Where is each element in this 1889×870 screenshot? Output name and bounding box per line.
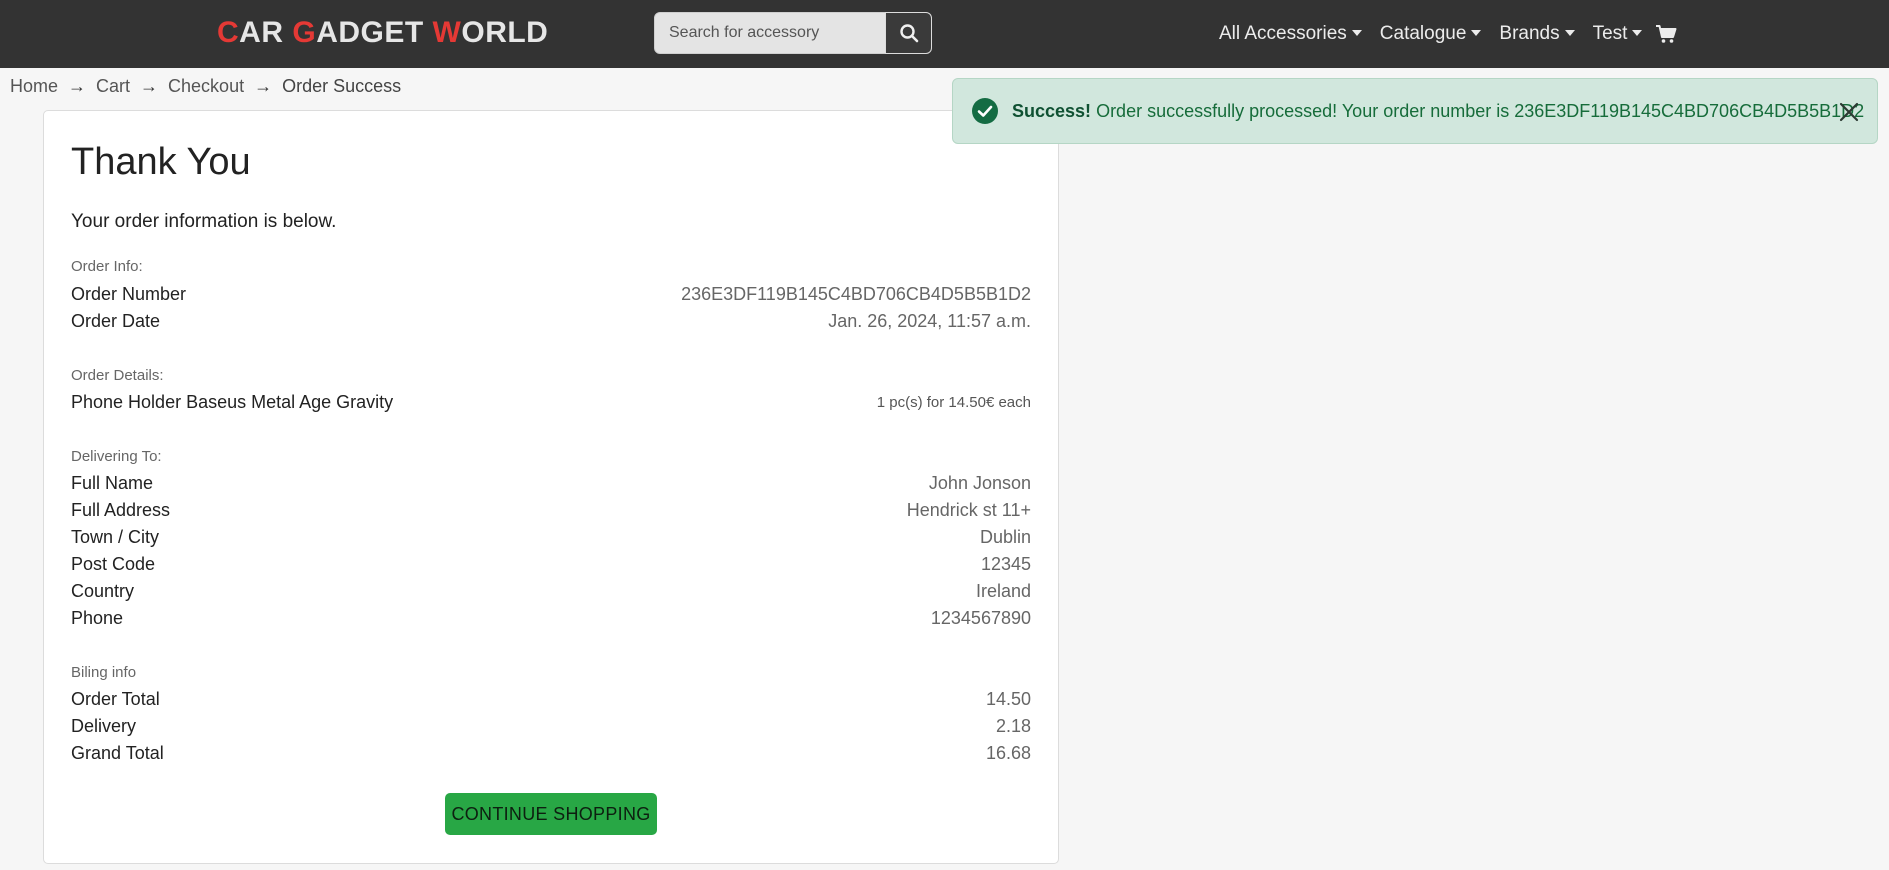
town-value: Dublin	[979, 526, 1031, 547]
cart-icon	[1656, 25, 1677, 43]
nav-label: All Accessories	[1219, 23, 1347, 44]
alert-strong: Success!	[1012, 100, 1092, 121]
phone-label: Phone	[71, 607, 124, 628]
breadcrumb-separator: →	[68, 76, 87, 96]
intro-text: Your order information is below.	[71, 211, 337, 232]
caret-down-icon	[1471, 30, 1482, 36]
breadcrumb-current: Order Success	[282, 76, 402, 96]
continue-shopping-button[interactable]: CONTINUE SHOPPING	[445, 793, 657, 835]
close-icon	[1839, 102, 1859, 122]
breadcrumb-separator: →	[254, 76, 273, 96]
brand-part: AR	[239, 16, 293, 49]
order-number-row: Order Number 236E3DF119B145C4BD706CB4D5B…	[71, 281, 1031, 307]
nav-all-accessories[interactable]: All Accessories	[1210, 23, 1371, 45]
breadcrumb-home[interactable]: Home	[10, 76, 58, 97]
nav-brands[interactable]: Brands	[1490, 23, 1583, 45]
alert-text: Success! Order successfully processed! Yo…	[1012, 101, 1864, 122]
address-row: Full Address Hendrick st 11+	[71, 497, 1031, 523]
order-summary-card: Thank You Your order information is belo…	[43, 110, 1059, 864]
postcode-value: 12345	[980, 553, 1031, 574]
order-total-value: 14.50	[985, 688, 1031, 709]
close-alert-button[interactable]	[1835, 98, 1863, 126]
caret-down-icon	[1632, 30, 1643, 36]
nav-label: Brands	[1499, 23, 1560, 44]
grand-total-label: Grand Total	[71, 742, 164, 763]
order-item-row: Phone Holder Baseus Metal Age Gravity 1 …	[71, 389, 1031, 415]
grand-total-value: 16.68	[985, 742, 1031, 763]
full-name-label: Full Name	[71, 472, 154, 493]
nav-test[interactable]: Test	[1584, 23, 1652, 45]
nav-catalogue[interactable]: Catalogue	[1371, 23, 1491, 45]
order-date-row: Order Date Jan. 26, 2024, 11:57 a.m.	[71, 308, 1031, 334]
order-total-label: Order Total	[71, 688, 160, 709]
order-date-label: Order Date	[71, 310, 161, 331]
search-bar	[654, 12, 932, 54]
breadcrumb: Home → Cart → Checkout → Order Success	[10, 76, 401, 97]
caret-down-icon	[1564, 30, 1575, 36]
search-icon	[899, 24, 918, 43]
delivery-heading: Delivering To:	[71, 448, 162, 465]
brand-part: ORLD	[461, 16, 549, 49]
billing-heading: Biling info	[71, 664, 137, 681]
full-name-row: Full Name John Jonson	[71, 470, 1031, 496]
order-item-qty: 1 pc(s) for 14.50€ each	[876, 393, 1031, 411]
brand-part: ADGET	[316, 16, 433, 49]
town-row: Town / City Dublin	[71, 524, 1031, 550]
navbar: CAR GADGET WORLD All Accessories Catalog…	[0, 0, 1889, 68]
breadcrumb-separator: →	[140, 76, 159, 96]
breadcrumb-cart[interactable]: Cart	[96, 76, 130, 97]
nav-label: Catalogue	[1379, 23, 1467, 44]
delivery-cost-value: 2.18	[995, 715, 1031, 736]
cart-button[interactable]	[1655, 24, 1677, 44]
nav-menu: All Accessories Catalogue Brands Test	[1210, 14, 1677, 54]
full-name-value: John Jonson	[928, 472, 1031, 493]
alert-message: Order successfully processed! Your order…	[1096, 100, 1865, 121]
brand-logo[interactable]: CAR GADGET WORLD	[217, 14, 548, 52]
delivery-cost-label: Delivery	[71, 715, 137, 736]
search-button[interactable]	[885, 12, 932, 54]
check-circle-icon	[972, 98, 998, 124]
caret-down-icon	[1351, 30, 1362, 36]
phone-row: Phone 1234567890	[71, 605, 1031, 631]
phone-value: 1234567890	[930, 607, 1031, 628]
order-info-heading: Order Info:	[71, 258, 143, 275]
brand-part: G	[292, 16, 317, 49]
brand-part: C	[217, 16, 240, 49]
order-date-value: Jan. 26, 2024, 11:57 a.m.	[828, 310, 1031, 331]
nav-label: Test	[1592, 23, 1628, 44]
order-item-name: Phone Holder Baseus Metal Age Gravity	[71, 391, 394, 412]
postcode-row: Post Code 12345	[71, 551, 1031, 577]
delivery-cost-row: Delivery 2.18	[71, 713, 1031, 739]
address-value: Hendrick st 11+	[906, 499, 1031, 520]
success-alert: Success! Order successfully processed! Yo…	[952, 78, 1878, 144]
grand-total-row: Grand Total 16.68	[71, 740, 1031, 766]
brand-part: W	[432, 16, 462, 49]
postcode-label: Post Code	[71, 553, 156, 574]
country-value: Ireland	[975, 580, 1031, 601]
search-input[interactable]	[654, 12, 886, 54]
order-total-row: Order Total 14.50	[71, 686, 1031, 712]
breadcrumb-checkout[interactable]: Checkout	[168, 76, 244, 97]
order-number-value: 236E3DF119B145C4BD706CB4D5B5B1D2	[681, 283, 1031, 304]
order-details-heading: Order Details:	[71, 367, 164, 384]
country-row: Country Ireland	[71, 578, 1031, 604]
town-label: Town / City	[71, 526, 160, 547]
page-title: Thank You	[71, 141, 251, 183]
order-number-label: Order Number	[71, 283, 187, 304]
country-label: Country	[71, 580, 135, 601]
address-label: Full Address	[71, 499, 171, 520]
